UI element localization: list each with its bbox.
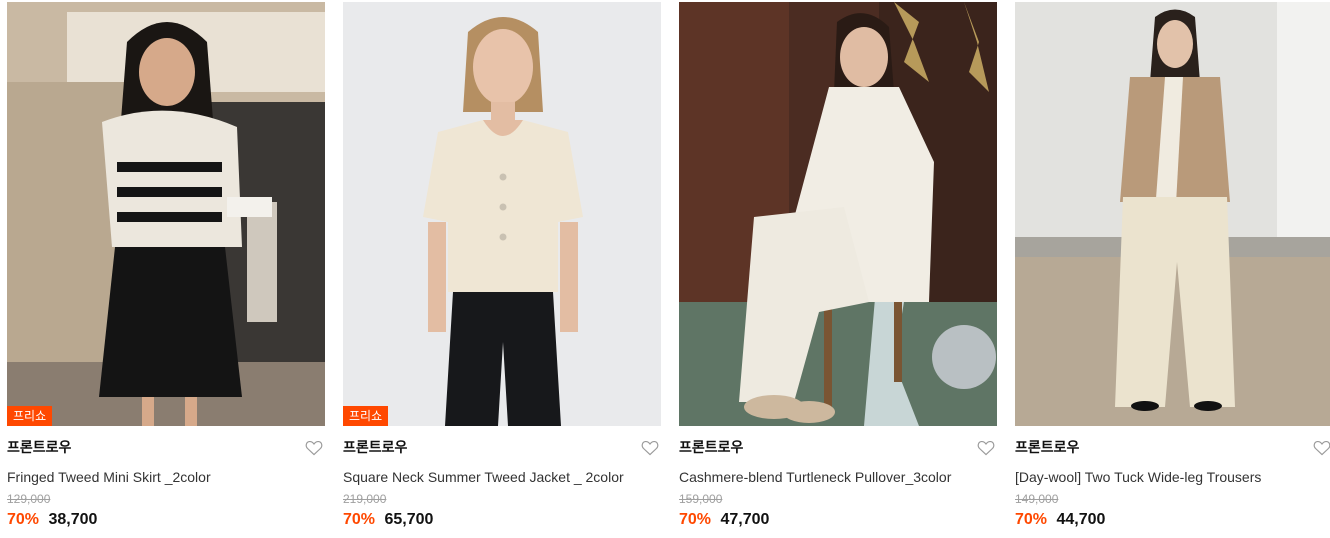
sale-price: 47,700 (720, 511, 770, 528)
product-name[interactable]: Cashmere-blend Turtleneck Pullover_3colo… (679, 468, 997, 486)
brand-name[interactable]: 프론트로우 (1015, 440, 1079, 456)
product-name[interactable]: [Day-wool] Two Tuck Wide-leg Trousers (1015, 468, 1330, 486)
preshow-badge: 프리쇼 (7, 406, 53, 426)
product-image[interactable] (1015, 2, 1330, 426)
product-name[interactable]: Square Neck Summer Tweed Jacket _ 2color (343, 468, 661, 486)
original-price: 129,000 (7, 492, 51, 506)
discount-rate: 70% (343, 511, 376, 528)
brand-name[interactable]: 프론트로우 (7, 440, 71, 456)
sale-price: 38,700 (48, 511, 98, 528)
product-image[interactable]: 프리쇼 (343, 2, 661, 426)
product-card[interactable]: 프론트로우 [Day-wool] Two Tuck Wide-leg Trous… (1015, 2, 1330, 532)
brand-name[interactable]: 프론트로우 (343, 440, 407, 456)
product-image[interactable] (679, 2, 997, 426)
heart-outline-icon[interactable] (1313, 440, 1330, 456)
product-card[interactable]: 프리쇼 프론트로우 Fringed Tweed Mini Skirt _2col… (7, 2, 325, 532)
product-card[interactable]: 프론트로우 Cashmere-blend Turtleneck Pullover… (679, 2, 997, 532)
preshow-badge: 프리쇼 (343, 406, 389, 426)
original-price: 149,000 (1015, 492, 1059, 506)
original-price: 159,000 (679, 492, 723, 506)
discount-rate: 70% (679, 511, 712, 528)
brand-name[interactable]: 프론트로우 (679, 440, 743, 456)
discount-rate: 70% (1015, 511, 1048, 528)
discount-rate: 70% (7, 511, 40, 528)
sale-price: 65,700 (384, 511, 434, 528)
original-price: 219,000 (343, 492, 387, 506)
product-grid: 프리쇼 프론트로우 Fringed Tweed Mini Skirt _2col… (0, 0, 1330, 538)
product-card[interactable]: 프리쇼 프론트로우 Square Neck Summer Tweed Jacke… (343, 2, 661, 532)
product-image[interactable]: 프리쇼 (7, 2, 325, 426)
product-name[interactable]: Fringed Tweed Mini Skirt _2color (7, 468, 325, 486)
heart-outline-icon[interactable] (641, 440, 659, 456)
heart-outline-icon[interactable] (305, 440, 323, 456)
heart-outline-icon[interactable] (977, 440, 995, 456)
sale-price: 44,700 (1056, 511, 1106, 528)
